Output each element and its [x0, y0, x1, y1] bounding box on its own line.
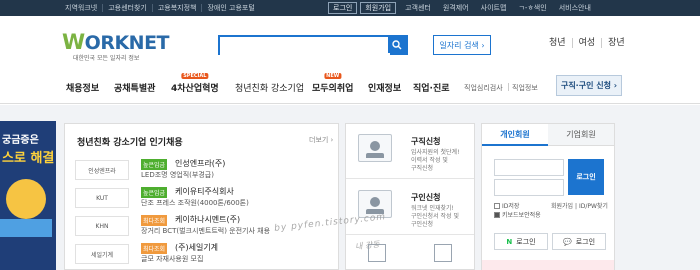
- keyboard-security-checkbox[interactable]: 키보드보안적용: [494, 210, 541, 219]
- featured-jobs-title: 청년친화 강소기업 인기채용: [77, 138, 183, 148]
- apply-job-title: 구직신청: [411, 137, 441, 146]
- banner-line1: 궁금증은: [2, 135, 39, 146]
- nav-aptitude-test[interactable]: 직업심리검사: [464, 83, 503, 93]
- document-icon: [434, 244, 452, 262]
- logo-tagline: 대한민국 모든 일자리 정보: [73, 55, 140, 62]
- index-link[interactable]: ㄱ-ㅎ색인: [512, 4, 552, 12]
- sitemap-link[interactable]: 사이트맵: [475, 4, 513, 12]
- audience-women[interactable]: 여성: [573, 38, 603, 48]
- featured-jobs-card: 청년친화 강소기업 인기채용 더보기 › 인성엔프라 높은임금 인성엔프라(주)…: [64, 123, 339, 270]
- nav-career[interactable]: 직업·진로: [413, 81, 450, 94]
- special-badge: SPECIAL: [181, 73, 209, 79]
- apply-hire-service[interactable]: 구인신청 워크넷 인재찾기! 구인신청서 작성 및 구인신청: [346, 180, 474, 235]
- job-row[interactable]: KUT 높은임금 케이유티주식회사 단조 프레스 조작원(4000톤/600톤): [75, 186, 335, 212]
- top-utility-bar: 지역워크넷 고용센터찾기 고용복지정책 장애인 고용포털 로그인 회원가입 고객…: [0, 0, 700, 16]
- top-links: 지역워크넷 고용센터찾기 고용복지정책 장애인 고용포털: [60, 0, 260, 16]
- person-monitor-icon: [358, 134, 392, 162]
- link-disabled-employment-portal[interactable]: 장애인 고용포털: [202, 4, 259, 12]
- apply-hire-line: 구인신청: [411, 221, 434, 228]
- top-account-links: 로그인 회원가입 고객센터 원격제어 사이트맵 ㄱ-ㅎ색인 서비스안내: [328, 0, 597, 16]
- remote-control-link[interactable]: 원격제어: [437, 4, 475, 12]
- service-shortcut[interactable]: [412, 236, 474, 269]
- password-field[interactable]: [494, 179, 564, 196]
- audience-youth[interactable]: 청년: [543, 38, 573, 48]
- company-name: 인성엔프라(주): [175, 159, 226, 168]
- join-link[interactable]: 회원가입: [360, 2, 397, 14]
- lightbulb-icon: [6, 179, 46, 219]
- login-tabs: 개인회원 기업회원: [482, 124, 614, 146]
- naver-login-button[interactable]: N 로그인: [494, 233, 548, 250]
- login-panel: 개인회원 기업회원 로그인 ID저장 키보드보안적용 회원가입 | ID/PW찾…: [481, 123, 615, 270]
- company-logo: KHN: [75, 216, 129, 236]
- company-logo: 인성엔프라: [75, 160, 129, 180]
- search-input[interactable]: [220, 41, 390, 58]
- join-link-small: 회원가입: [551, 203, 574, 210]
- nav-everyone-employment[interactable]: NEW 모두의취업: [312, 73, 353, 94]
- nav-job-info[interactable]: 채용정보: [66, 81, 99, 94]
- job-tag: 높은임금: [141, 187, 168, 198]
- job-tag: 최다조회: [141, 243, 168, 254]
- company-name: 케이하나시멘트(주): [175, 215, 241, 224]
- link-find-employment-center[interactable]: 고용센터찾기: [103, 4, 153, 12]
- search-box: [218, 35, 408, 58]
- job-description: 글모 자재사용원 모집: [141, 255, 204, 263]
- nav-4th-industry[interactable]: SPECIAL 4차산업혁명: [171, 73, 219, 94]
- tab-company-member[interactable]: 기업회원: [548, 124, 614, 146]
- naver-icon: N: [506, 237, 513, 246]
- tab-personal-member[interactable]: 개인회원: [482, 124, 548, 146]
- apply-hire-title: 구인신청: [411, 193, 441, 202]
- company-name: 케이유티주식회사: [175, 187, 234, 196]
- job-row[interactable]: 세일기계 최다조회 (주)세일기계 글모 자재사용원 모집: [75, 242, 335, 268]
- company-name: (주)세일기계: [175, 243, 219, 252]
- nav-separator: [508, 83, 509, 91]
- banner-line2: 스로 해결: [2, 151, 55, 166]
- audience-links: 청년 여성 장년: [543, 38, 631, 48]
- apply-job-hire-button[interactable]: 구직·구인 신청 ›: [556, 75, 622, 96]
- main-content: 궁금증은 스로 해결 청년친화 강소기업 인기채용 더보기 › 인성엔프라 높은…: [0, 105, 700, 270]
- link-regional-worknet[interactable]: 지역워크넷: [60, 4, 104, 12]
- company-logo: KUT: [75, 188, 129, 208]
- logo-wordmark: WORKNET: [62, 30, 170, 54]
- login-button[interactable]: 로그인: [568, 159, 604, 195]
- job-description: 장거리 BCT(벌크시멘트트럭) 운전기사 채용: [141, 227, 271, 235]
- job-description: LED조명 영업직(부경급): [141, 171, 214, 179]
- job-search-button[interactable]: 일자리 검색 ›: [433, 35, 491, 55]
- kakao-login-button[interactable]: 💬 로그인: [552, 233, 606, 250]
- apply-job-line: 구직신청: [411, 165, 434, 172]
- worknet-logo[interactable]: WORKNET 대한민국 모든 일자리 정보: [62, 30, 170, 70]
- featured-more-link[interactable]: 더보기 ›: [309, 135, 333, 145]
- main-navigation: 채용정보 공채특별관 SPECIAL 4차산업혁명 청년친화 강소기업 NEW 모두…: [0, 70, 700, 104]
- job-row[interactable]: 인성엔프라 높은임금 인성엔프라(주) LED조명 영업직(부경급): [75, 158, 335, 184]
- join-find-links[interactable]: 회원가입 | ID/PW찾기: [551, 201, 608, 210]
- login-link[interactable]: 로그인: [328, 2, 358, 14]
- checkbox-icon: [494, 211, 500, 218]
- kakao-icon: 💬: [562, 237, 572, 246]
- search-icon: [392, 40, 402, 50]
- audience-middle-aged[interactable]: 장년: [602, 38, 631, 48]
- nav-job-info-small[interactable]: 직업정보: [512, 83, 538, 93]
- promo-banner[interactable]: 궁금증은 스로 해결: [0, 121, 56, 270]
- login-bottom-banner[interactable]: [482, 260, 614, 270]
- customer-center-link[interactable]: 고객센터: [399, 4, 437, 12]
- id-field[interactable]: [494, 159, 564, 176]
- nav-youth-friendly-companies[interactable]: 청년친화 강소기업: [235, 81, 304, 94]
- nav-public-recruitment[interactable]: 공채특별관: [114, 81, 155, 94]
- company-logo: 세일기계: [75, 244, 129, 264]
- job-tag: 높은임금: [141, 159, 168, 170]
- save-id-checkbox[interactable]: ID저장: [494, 201, 519, 210]
- book-illustration: [0, 219, 52, 237]
- apply-job-service[interactable]: 구직신청 입사지원의 첫단계! 이력서 작성 및 구직신청: [346, 124, 474, 179]
- link-employment-welfare-policy[interactable]: 고용복지정책: [153, 4, 203, 12]
- new-badge: NEW: [324, 73, 342, 79]
- search-button[interactable]: [388, 37, 406, 53]
- nav-talent-info[interactable]: 인재정보: [368, 81, 401, 94]
- checkbox-icon: [494, 202, 500, 209]
- find-id-pw-link: ID/PW찾기: [578, 203, 608, 210]
- job-tag: 최다조회: [141, 215, 168, 226]
- job-description: 단조 프레스 조작원(4000톤/600톤): [141, 199, 249, 207]
- service-guide-link[interactable]: 서비스안내: [553, 4, 597, 12]
